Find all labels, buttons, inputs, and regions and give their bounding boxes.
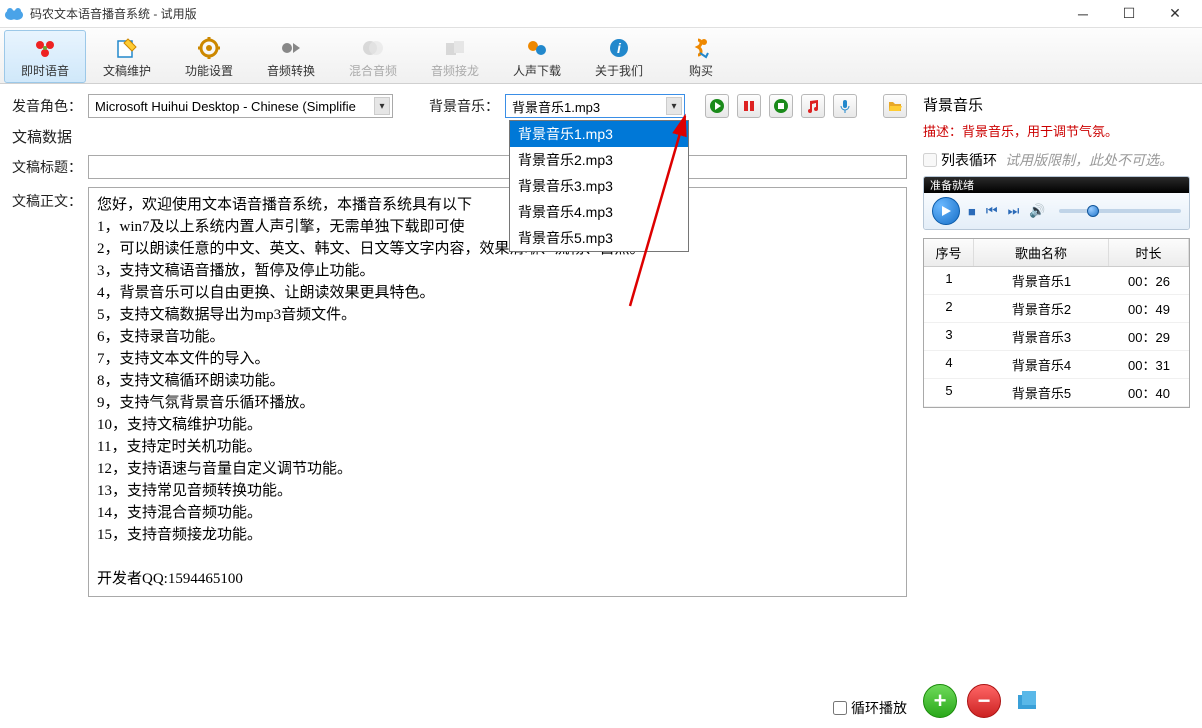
toolbar-label: 功能设置 xyxy=(185,62,233,79)
pause-button[interactable] xyxy=(737,94,761,118)
doc-body-textarea[interactable]: 您好，欢迎使用文本语音播音系统，本播音系统具有以下 1，win7及以上系统内置人… xyxy=(88,187,907,597)
player-slider[interactable] xyxy=(1059,209,1181,213)
bgmusic-option[interactable]: 背景音乐4.mp3 xyxy=(510,199,688,225)
window-title: 码农文本语音播音系统 - 试用版 xyxy=(30,5,1060,22)
main-toolbar: 即时语音 文稿维护 功能设置 音频转换 混合音频 音频接龙 人声下载 i 关于我… xyxy=(0,28,1202,84)
titlebar: 码农文本语音播音系统 - 试用版 ─ ☐ ✕ xyxy=(0,0,1202,28)
toolbar-label: 购买 xyxy=(689,62,713,79)
toolbar-label: 混合音频 xyxy=(349,62,397,79)
player-play-button[interactable] xyxy=(932,197,960,225)
chevron-down-icon: ▾ xyxy=(666,97,682,115)
bgmusic-combo[interactable]: 背景音乐1.mp3 ▾ xyxy=(505,94,685,118)
song-table: 序号 歌曲名称 时长 1背景音乐100：262背景音乐200：493背景音乐30… xyxy=(923,238,1190,408)
bgmusic-combo-value: 背景音乐1.mp3 xyxy=(512,97,600,116)
app-icon xyxy=(4,6,24,22)
convert-icon xyxy=(277,35,305,61)
col-name: 歌曲名称 xyxy=(974,239,1109,266)
add-song-button[interactable]: + xyxy=(923,684,957,718)
player-stop-icon[interactable]: ■ xyxy=(968,204,976,219)
toolbar-about[interactable]: i 关于我们 xyxy=(578,30,660,83)
data-section-label: 文稿数据 xyxy=(12,126,907,147)
music-note-icon[interactable] xyxy=(801,94,825,118)
toolbar-label: 文稿维护 xyxy=(103,62,151,79)
minimize-button[interactable]: ─ xyxy=(1060,0,1106,28)
doc-title-input[interactable] xyxy=(88,155,907,179)
col-duration: 时长 xyxy=(1109,239,1189,266)
toolbar-label: 关于我们 xyxy=(595,62,643,79)
stop-button[interactable] xyxy=(769,94,793,118)
loop-play-label: 循环播放 xyxy=(851,698,907,718)
table-row[interactable]: 2背景音乐200：49 xyxy=(924,295,1189,323)
folder-button[interactable] xyxy=(1011,684,1045,718)
toolbar-buy[interactable]: 购买 xyxy=(660,30,742,83)
doc-body-label: 文稿正文： xyxy=(12,187,82,211)
loop-play-checkbox[interactable]: 循环播放 xyxy=(833,698,907,718)
right-panel-title: 背景音乐 xyxy=(923,94,1190,115)
audio-player: 准备就绪 ■ ⏮ ⏭ 🔊 xyxy=(923,176,1190,230)
player-volume-icon[interactable]: 🔊 xyxy=(1029,203,1045,219)
list-loop-checkbox[interactable]: 列表循环 xyxy=(923,150,997,170)
remove-song-button[interactable]: − xyxy=(967,684,1001,718)
toolbar-settings[interactable]: 功能设置 xyxy=(168,30,250,83)
table-row[interactable]: 4背景音乐400：31 xyxy=(924,351,1189,379)
play-button[interactable] xyxy=(705,94,729,118)
right-panel-desc: 描述：背景音乐，用于调节气氛。 xyxy=(923,121,1190,140)
document-icon xyxy=(113,35,141,61)
table-row[interactable]: 3背景音乐300：29 xyxy=(924,323,1189,351)
bgmusic-label: 背景音乐： xyxy=(429,96,499,116)
toolbar-label: 即时语音 xyxy=(21,62,69,79)
download-icon xyxy=(523,35,551,61)
toolbar-label: 人声下载 xyxy=(513,62,561,79)
toolbar-label: 音频接龙 xyxy=(431,62,479,79)
toolbar-document-maintain[interactable]: 文稿维护 xyxy=(86,30,168,83)
voice-label: 发音角色： xyxy=(12,96,82,116)
col-index: 序号 xyxy=(924,239,974,266)
toolbar-voice-download[interactable]: 人声下载 xyxy=(496,30,578,83)
bgmusic-option[interactable]: 背景音乐3.mp3 xyxy=(510,173,688,199)
player-status-bar: 准备就绪 xyxy=(924,177,1189,193)
mic-icon[interactable] xyxy=(833,94,857,118)
bgmusic-option[interactable]: 背景音乐2.mp3 xyxy=(510,147,688,173)
relay-icon xyxy=(441,35,469,61)
bgmusic-dropdown[interactable]: 背景音乐1.mp3背景音乐2.mp3背景音乐3.mp3背景音乐4.mp3背景音乐… xyxy=(509,120,689,252)
voice-combo-value: Microsoft Huihui Desktop - Chinese (Simp… xyxy=(95,99,356,114)
mix-icon xyxy=(359,35,387,61)
list-loop-label: 列表循环 xyxy=(941,150,997,170)
close-button[interactable]: ✕ xyxy=(1152,0,1198,28)
player-prev-icon[interactable]: ⏮ xyxy=(986,203,998,219)
open-folder-button[interactable] xyxy=(883,94,907,118)
info-icon: i xyxy=(605,35,633,61)
toolbar-mix-audio[interactable]: 混合音频 xyxy=(332,30,414,83)
buy-icon xyxy=(687,35,715,61)
toolbar-audio-convert[interactable]: 音频转换 xyxy=(250,30,332,83)
player-next-icon[interactable]: ⏭ xyxy=(1008,203,1020,219)
gear-icon xyxy=(195,35,223,61)
voice-combo[interactable]: Microsoft Huihui Desktop - Chinese (Simp… xyxy=(88,94,393,118)
toolbar-instant-voice[interactable]: 即时语音 xyxy=(4,30,86,83)
maximize-button[interactable]: ☐ xyxy=(1106,0,1152,28)
bgmusic-option[interactable]: 背景音乐1.mp3 xyxy=(510,121,688,147)
doc-title-label: 文稿标题： xyxy=(12,157,82,177)
instant-voice-icon xyxy=(31,35,59,61)
toolbar-audio-relay[interactable]: 音频接龙 xyxy=(414,30,496,83)
bgmusic-option[interactable]: 背景音乐5.mp3 xyxy=(510,225,688,251)
table-row[interactable]: 5背景音乐500：40 xyxy=(924,379,1189,407)
chevron-down-icon: ▾ xyxy=(374,97,390,115)
list-loop-hint: 试用版限制，此处不可选。 xyxy=(1005,150,1173,170)
toolbar-label: 音频转换 xyxy=(267,62,315,79)
table-row[interactable]: 1背景音乐100：26 xyxy=(924,267,1189,295)
